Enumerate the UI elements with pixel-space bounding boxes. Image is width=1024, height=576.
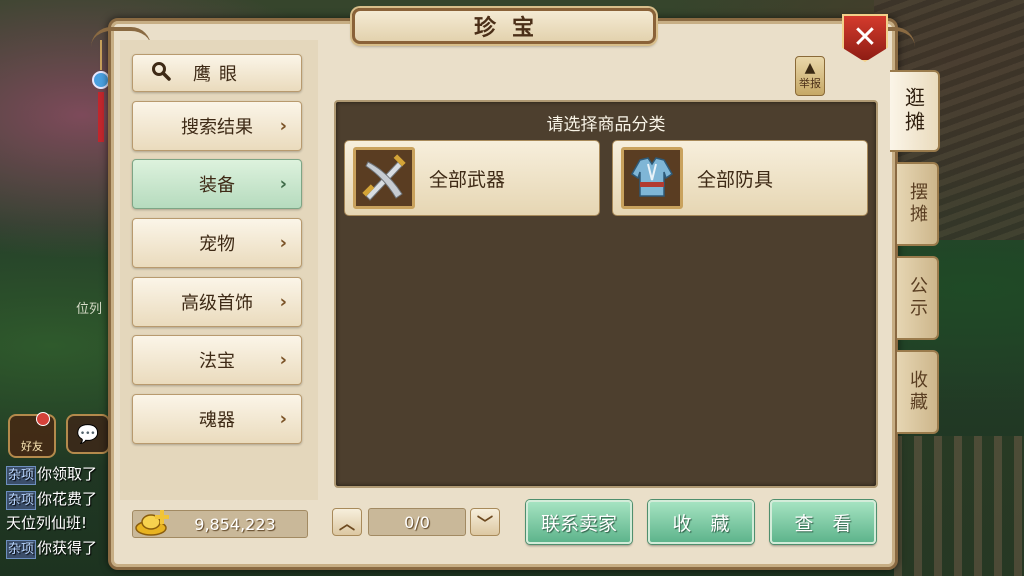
armor-icon <box>621 147 683 209</box>
chevron-right-icon: › <box>279 115 287 137</box>
category-label: 装备 <box>199 175 235 196</box>
chevron-right-icon: › <box>279 408 287 430</box>
chevron-right-icon: › <box>279 349 287 371</box>
chat-bubble-icon: 💬 <box>76 423 100 445</box>
chevron-right-icon: › <box>279 291 287 313</box>
page-indicator: 0/0 <box>368 508 466 536</box>
chat-line: 杂项 你领取了 <box>6 462 116 487</box>
eagle-eye-search-button[interactable]: 鹰眼 <box>132 54 302 92</box>
report-label: 举报 <box>799 77 821 90</box>
goods-category-panel: 请选择商品分类 全部武器 全部防具 <box>334 100 878 488</box>
page-up-button[interactable]: ︿ <box>332 508 362 536</box>
category-jewelry[interactable]: 高级首饰 › <box>132 277 302 327</box>
chat-text: 你获得了 <box>37 538 98 557</box>
category-search-results[interactable]: 搜索结果 › <box>132 101 302 151</box>
chevron-up-icon: ︿ <box>338 514 355 533</box>
all-armor-card[interactable]: 全部防具 <box>612 140 868 216</box>
item-label: 全部防具 <box>697 168 774 191</box>
category-label: 魂器 <box>199 410 235 431</box>
chat-text: 你领取了 <box>37 465 98 483</box>
contact-seller-button[interactable]: 联系卖家 <box>526 500 632 544</box>
chat-log: 杂项 你领取了 杂项 你花费了 天位列仙班! 杂项 你获得了 <box>6 462 116 560</box>
category-soul-artifact[interactable]: 魂器 › <box>132 394 302 444</box>
notification-dot-icon <box>36 412 50 426</box>
chevron-right-icon: › <box>279 232 287 254</box>
item-label: 全部武器 <box>429 168 506 191</box>
close-x-icon: ✕ <box>852 20 878 55</box>
category-label: 法宝 <box>199 351 235 372</box>
category-label: 高级首饰 <box>181 293 253 314</box>
warning-icon: ▲ <box>804 60 816 76</box>
chevron-down-icon: ﹀ <box>476 514 493 533</box>
chevron-right-icon: › <box>279 173 287 195</box>
category-magic-treasure[interactable]: 法宝 › <box>132 335 302 385</box>
tab-public-notice[interactable]: 公示 <box>897 256 939 340</box>
tab-set-up-stall[interactable]: 摆摊 <box>897 162 939 246</box>
friends-button[interactable]: 好友 <box>8 412 56 458</box>
report-button[interactable]: ▲ 举报 <box>795 56 825 96</box>
category-label: 搜索结果 <box>181 117 253 138</box>
chat-line: 天位列仙班! <box>6 511 116 536</box>
page-down-button[interactable]: ﹀ <box>470 508 500 536</box>
chat-tag: 杂项 <box>6 466 37 485</box>
all-weapons-card[interactable]: 全部武器 <box>344 140 600 216</box>
friends-label: 好友 <box>21 440 43 453</box>
view-button[interactable]: 查 看 <box>770 500 876 544</box>
crossed-swords-icon <box>353 147 415 209</box>
panel-title: 请选择商品分类 <box>546 115 666 135</box>
category-equipment[interactable]: 装备 › <box>132 159 302 209</box>
favorite-button[interactable]: 收 藏 <box>648 500 754 544</box>
gold-ingot-icon <box>135 510 169 536</box>
category-label: 宠物 <box>199 234 235 255</box>
chat-text: 天位列仙班! <box>6 514 88 532</box>
chat-line: 杂项 你花费了 <box>6 487 116 512</box>
chat-line: 杂项 你获得了 <box>6 536 116 561</box>
magnifier-icon <box>151 61 173 86</box>
scene-label: 位列 <box>76 302 103 317</box>
chat-tag: 杂项 <box>6 490 37 510</box>
window-title: 珍宝 <box>352 8 656 44</box>
tab-browse-stalls[interactable]: 逛摊 <box>890 70 940 152</box>
chat-tag: 杂项 <box>6 539 37 559</box>
chat-text: 你花费了 <box>37 489 98 508</box>
chat-bubble-button[interactable]: 💬 <box>66 414 110 454</box>
fence-scenery <box>894 436 1024 576</box>
category-pets[interactable]: 宠物 › <box>132 218 302 268</box>
search-label: 鹰眼 <box>193 64 245 85</box>
tab-favorites[interactable]: 收藏 <box>897 350 939 434</box>
